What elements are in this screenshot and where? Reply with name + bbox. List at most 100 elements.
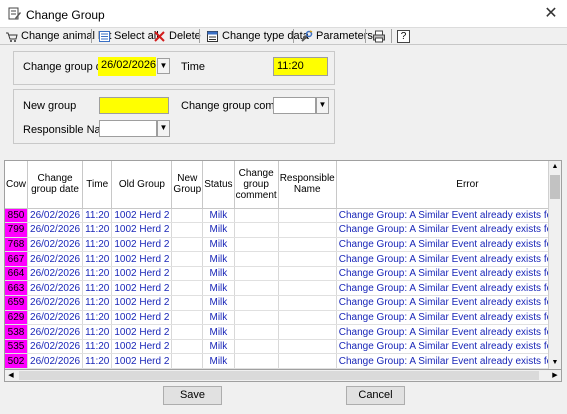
date-cell[interactable]: 26/02/2026 [27, 339, 84, 355]
cow-cell[interactable]: 664 [5, 266, 29, 282]
change-group-date-field[interactable]: 26/02/2026 [98, 57, 156, 76]
time-cell[interactable]: 11:20 [82, 295, 113, 311]
comment-cell[interactable] [234, 353, 279, 369]
error-cell[interactable]: Change Group: A Similar Event already ex… [336, 251, 561, 267]
save-button[interactable]: Save [163, 386, 222, 405]
table-row[interactable]: 799 26/02/2026 11:20 1002 Herd 2 Milk Change … [5, 222, 561, 238]
cow-cell[interactable]: 629 [5, 310, 29, 326]
old-group-cell[interactable]: 1002 Herd 2 [111, 222, 173, 238]
chevron-down-icon[interactable]: ▼ [157, 120, 170, 137]
cow-cell[interactable]: 538 [5, 324, 29, 340]
error-cell[interactable]: Change Group: A Similar Event already ex… [336, 237, 561, 253]
cow-cell[interactable]: 535 [5, 339, 29, 355]
comment-cell[interactable] [234, 237, 279, 253]
table-row[interactable]: 663 26/02/2026 11:20 1002 Herd 2 Milk Change … [5, 280, 561, 297]
new-group-cell[interactable] [171, 280, 204, 297]
comment-cell[interactable] [234, 208, 279, 224]
status-cell[interactable]: Milk [202, 251, 235, 267]
new-group-cell[interactable] [171, 310, 204, 326]
cow-cell[interactable]: 799 [5, 222, 29, 238]
change-type-data-button[interactable]: Change type data [203, 28, 312, 44]
old-group-cell[interactable]: 1002 Herd 2 [111, 208, 173, 224]
scroll-right-icon[interactable]: ▶ [549, 370, 561, 381]
cow-cell[interactable]: 667 [5, 251, 29, 267]
scroll-down-icon[interactable]: ▼ [549, 357, 561, 369]
header-old-group[interactable]: Old Group [111, 161, 173, 209]
change-group-comment-field[interactable] [273, 97, 316, 114]
header-change-group-date[interactable]: Change group date [27, 161, 84, 209]
time-cell[interactable]: 11:20 [82, 280, 113, 297]
scroll-up-icon[interactable]: ▲ [549, 161, 561, 173]
cancel-button[interactable]: Cancel [346, 386, 405, 405]
header-status[interactable]: Status [202, 161, 235, 209]
new-group-cell[interactable] [171, 295, 204, 311]
delete-button[interactable]: Delete [150, 28, 204, 44]
responsible-cell[interactable] [278, 266, 337, 282]
status-cell[interactable]: Milk [202, 295, 235, 311]
error-cell[interactable]: Change Group: A Similar Event already ex… [336, 295, 561, 311]
cow-cell[interactable]: 663 [5, 280, 29, 297]
comment-cell[interactable] [234, 280, 279, 297]
time-cell[interactable]: 11:20 [82, 208, 113, 224]
date-cell[interactable]: 26/02/2026 [27, 208, 84, 224]
new-group-field[interactable] [99, 97, 169, 114]
responsible-cell[interactable] [278, 280, 337, 297]
vertical-scrollbar[interactable]: ▲ ▼ [548, 161, 561, 369]
old-group-cell[interactable]: 1002 Herd 2 [111, 251, 173, 267]
date-cell[interactable]: 26/02/2026 [27, 251, 84, 267]
date-cell[interactable]: 26/02/2026 [27, 266, 84, 282]
header-change-group-comment[interactable]: Change group comment [234, 161, 279, 209]
time-cell[interactable]: 11:20 [82, 237, 113, 253]
time-cell[interactable]: 11:20 [82, 266, 113, 282]
comment-cell[interactable] [234, 295, 279, 311]
header-time[interactable]: Time [82, 161, 113, 209]
responsible-cell[interactable] [278, 295, 337, 311]
status-cell[interactable]: Milk [202, 222, 235, 238]
table-row[interactable]: 667 26/02/2026 11:20 1002 Herd 2 Milk Change … [5, 251, 561, 267]
new-group-cell[interactable] [171, 208, 204, 224]
date-cell[interactable]: 26/02/2026 [27, 237, 84, 253]
date-cell[interactable]: 26/02/2026 [27, 222, 84, 238]
header-error[interactable]: Error [336, 161, 561, 209]
time-cell[interactable]: 11:20 [82, 339, 113, 355]
status-cell[interactable]: Milk [202, 208, 235, 224]
comment-cell[interactable] [234, 266, 279, 282]
header-cow[interactable]: Cow [5, 161, 29, 209]
old-group-cell[interactable]: 1002 Herd 2 [111, 280, 173, 297]
table-row[interactable]: 535 26/02/2026 11:20 1002 Herd 2 Milk Change … [5, 339, 561, 355]
chevron-down-icon[interactable]: ▼ [157, 58, 170, 74]
old-group-cell[interactable]: 1002 Herd 2 [111, 324, 173, 340]
cow-cell[interactable]: 502 [5, 353, 29, 369]
old-group-cell[interactable]: 1002 Herd 2 [111, 353, 173, 369]
old-group-cell[interactable]: 1002 Herd 2 [111, 266, 173, 282]
responsible-cell[interactable] [278, 237, 337, 253]
time-cell[interactable]: 11:20 [82, 353, 113, 369]
status-cell[interactable]: Milk [202, 280, 235, 297]
responsible-cell[interactable] [278, 339, 337, 355]
time-cell[interactable]: 11:20 [82, 222, 113, 238]
vertical-scroll-thumb[interactable] [550, 175, 560, 199]
new-group-cell[interactable] [171, 251, 204, 267]
help-button[interactable]: ? [394, 28, 413, 44]
error-cell[interactable]: Change Group: A Similar Event already ex… [336, 222, 561, 238]
responsible-cell[interactable] [278, 208, 337, 224]
time-cell[interactable]: 11:20 [82, 310, 113, 326]
date-cell[interactable]: 26/02/2026 [27, 353, 84, 369]
time-cell[interactable]: 11:20 [82, 324, 113, 340]
new-group-cell[interactable] [171, 237, 204, 253]
new-group-cell[interactable] [171, 324, 204, 340]
responsible-cell[interactable] [278, 353, 337, 369]
new-group-cell[interactable] [171, 353, 204, 369]
error-cell[interactable]: Change Group: A Similar Event already ex… [336, 324, 561, 340]
status-cell[interactable]: Milk [202, 310, 235, 326]
responsible-cell[interactable] [278, 324, 337, 340]
table-row[interactable]: 768 26/02/2026 11:20 1002 Herd 2 Milk Change … [5, 237, 561, 253]
scroll-left-icon[interactable]: ◀ [5, 370, 17, 381]
header-new-group[interactable]: New Group [171, 161, 204, 209]
print-button[interactable] [369, 28, 392, 44]
old-group-cell[interactable]: 1002 Herd 2 [111, 310, 173, 326]
old-group-cell[interactable]: 1002 Herd 2 [111, 237, 173, 253]
responsible-cell[interactable] [278, 310, 337, 326]
responsible-cell[interactable] [278, 251, 337, 267]
table-row[interactable]: 850 26/02/2026 11:20 1002 Herd 2 Milk Change … [5, 208, 561, 224]
